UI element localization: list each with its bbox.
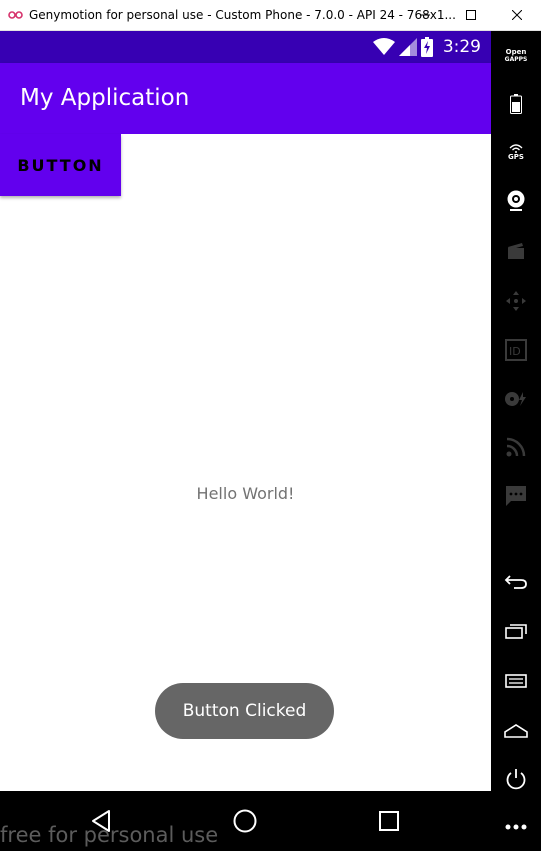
gps-button[interactable]: GPS — [491, 132, 541, 172]
network-button[interactable] — [491, 427, 541, 467]
identifiers-button[interactable]: ID — [491, 330, 541, 370]
personal-use-watermark: free for personal use — [0, 823, 219, 847]
more-icon — [505, 824, 527, 830]
status-icons: 3:29 — [372, 36, 481, 58]
hello-text: Hello World! — [196, 484, 295, 503]
back-icon — [504, 575, 527, 589]
phone-screen: 3:29 My Application BUTTON Hello World! … — [0, 31, 491, 851]
window-titlebar: Genymotion for personal use - Custom Pho… — [0, 0, 541, 31]
close-icon — [512, 10, 522, 20]
capture-icon — [508, 243, 524, 259]
app-bar: My Application — [0, 63, 491, 134]
sms-icon — [506, 486, 526, 506]
capture-button[interactable] — [491, 231, 541, 271]
opengapps-icon: Open GAPPS — [504, 48, 528, 63]
nav-home-button[interactable] — [230, 806, 260, 836]
genymotion-logo-icon — [8, 11, 23, 19]
status-bar: 3:29 — [0, 31, 491, 63]
battery-icon — [510, 94, 522, 114]
toolbar-back-button[interactable] — [491, 562, 541, 602]
close-button[interactable] — [494, 0, 540, 30]
app-title: My Application — [20, 85, 190, 111]
window-title: Genymotion for personal use - Custom Pho… — [29, 8, 456, 22]
nav-recent-button[interactable] — [374, 806, 404, 836]
disk-io-button[interactable] — [491, 379, 541, 419]
home-icon — [504, 724, 528, 738]
toolbar-more-button[interactable] — [491, 807, 541, 847]
remote-control-icon — [506, 291, 526, 311]
battery-charging-icon — [420, 37, 433, 57]
maximize-icon — [466, 10, 476, 20]
minimize-icon — [420, 14, 430, 16]
recent-square-icon — [379, 811, 399, 831]
webcam-icon — [507, 190, 525, 211]
status-clock: 3:29 — [442, 37, 481, 57]
home-circle-icon — [233, 809, 257, 833]
disk-io-icon — [505, 392, 526, 406]
gps-icon: GPS — [508, 143, 524, 161]
toolbar-home-button[interactable] — [491, 711, 541, 751]
svg-text:ID: ID — [509, 345, 521, 358]
maximize-button[interactable] — [448, 0, 494, 30]
toolbar-power-button[interactable] — [491, 759, 541, 799]
webcam-button[interactable] — [491, 181, 541, 221]
battery-button[interactable] — [491, 84, 541, 124]
opengapps-button[interactable]: Open GAPPS — [491, 36, 541, 76]
power-icon — [506, 769, 526, 790]
wifi-icon — [372, 38, 395, 55]
main-content: BUTTON Hello World! Button Clicked — [0, 134, 491, 791]
toolbar-menu-button[interactable] — [491, 661, 541, 701]
minimize-button[interactable] — [402, 0, 448, 30]
emulator-toolbar: Open GAPPS GPS ID — [491, 31, 541, 851]
cell-signal-icon — [398, 38, 417, 56]
emulator-window: Genymotion for personal use - Custom Pho… — [0, 0, 541, 851]
sms-button[interactable] — [491, 476, 541, 516]
identifiers-icon: ID — [505, 339, 527, 361]
toast-message: Button Clicked — [155, 683, 334, 739]
remote-control-button[interactable] — [491, 281, 541, 321]
toolbar-recent-apps-button[interactable] — [491, 611, 541, 651]
main-button[interactable]: BUTTON — [0, 134, 121, 196]
menu-icon — [505, 674, 527, 688]
network-icon — [506, 437, 526, 457]
recent-apps-icon — [505, 624, 527, 639]
